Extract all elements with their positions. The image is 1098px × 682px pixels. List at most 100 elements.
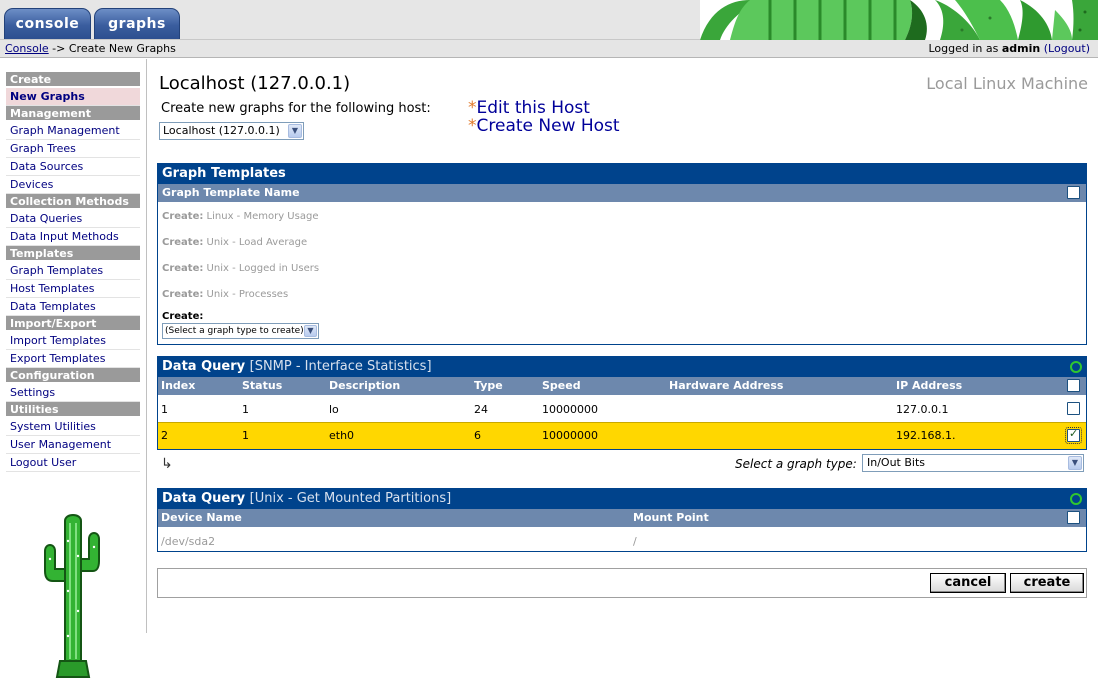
template-name: Unix - Logged in Users: [203, 263, 320, 274]
row-index: 1: [161, 403, 168, 416]
tab-graphs[interactable]: graphs: [94, 8, 180, 39]
column-header-device-name: Device Name: [161, 511, 242, 524]
sidebar-item-data-input-methods[interactable]: Data Input Methods: [6, 228, 140, 246]
refresh-icon[interactable]: [1070, 361, 1082, 373]
sidebar-item-new-graphs[interactable]: New Graphs: [6, 88, 140, 106]
row-description: eth0: [329, 429, 355, 442]
template-name: Linux - Memory Usage: [203, 211, 319, 222]
logout-link[interactable]: (Logout): [1044, 42, 1090, 55]
template-name: Unix - Load Average: [203, 237, 308, 248]
list-item: Create: Unix - Logged in Users: [162, 263, 319, 274]
create-host-link[interactable]: Create New Host: [477, 116, 620, 136]
graph-type-create-value: (Select a graph type to create): [165, 326, 304, 336]
list-item: Create: Linux - Memory Usage: [162, 211, 318, 222]
host-select-value: Localhost (127.0.0.1): [163, 124, 280, 137]
graph-templates-title: Graph Templates: [158, 164, 1086, 184]
row-checkbox-checked[interactable]: [1065, 427, 1082, 444]
sidebar-menu: Create New Graphs Management Graph Manageme…: [6, 72, 140, 472]
sidebar-item-host-templates[interactable]: Host Templates: [6, 280, 140, 298]
template-prefix: Create:: [162, 211, 204, 222]
column-header-speed: Speed: [542, 379, 581, 392]
column-header-index: Index: [161, 379, 196, 392]
row-status: 1: [242, 429, 249, 442]
breadcrumb-console-link[interactable]: Console: [5, 42, 49, 55]
top-header: console graphs: [0, 0, 1098, 40]
action-bar: cancel create: [157, 568, 1087, 598]
host-select[interactable]: Localhost (127.0.0.1) ▼: [159, 122, 304, 140]
page-title: Localhost (127.0.0.1): [159, 73, 351, 94]
sidebar-section-utilities: Utilities: [6, 402, 140, 418]
create-graph-label: Create:: [162, 311, 204, 322]
sidebar-section-management: Management: [6, 106, 140, 122]
snmp-query-panel: Data Query [SNMP - Interface Statistics]…: [157, 356, 1087, 450]
cactus-banner-image: [700, 0, 1098, 40]
cancel-button[interactable]: cancel: [930, 573, 1006, 593]
column-header-description: Description: [329, 379, 401, 392]
breadcrumb-separator: ->: [48, 42, 69, 55]
sidebar-item-export-templates[interactable]: Export Templates: [6, 350, 140, 368]
sidebar-item-system-utilities[interactable]: System Utilities: [6, 418, 140, 436]
row-ip-address: 192.168.1.: [896, 429, 956, 442]
unix-query-title-text: Data Query: [162, 491, 246, 506]
sidebar-item-data-templates[interactable]: Data Templates: [6, 298, 140, 316]
row-mount-point: /: [633, 535, 637, 548]
star-icon: *: [468, 98, 477, 118]
graph-templates-column-header: Graph Template Name: [158, 184, 1086, 202]
star-icon: *: [468, 116, 477, 136]
unix-query-column-header: Device Name Mount Point: [158, 509, 1086, 527]
chevron-down-icon[interactable]: ▼: [304, 325, 317, 337]
sidebar-item-data-sources[interactable]: Data Sources: [6, 158, 140, 176]
edit-host-link[interactable]: Edit this Host: [477, 98, 590, 118]
sidebar-item-logout-user[interactable]: Logout User: [6, 454, 140, 472]
template-prefix: Create:: [162, 237, 204, 248]
return-arrow-icon: ↳: [161, 456, 173, 472]
sidebar-section-collection-methods: Collection Methods: [6, 194, 140, 210]
snmp-query-title-text: Data Query: [162, 359, 246, 374]
sidebar: Create New Graphs Management Graph Manageme…: [0, 59, 147, 678]
row-type: 6: [474, 429, 481, 442]
row-index: 2: [161, 429, 168, 442]
row-checkbox[interactable]: [1067, 402, 1080, 415]
snmp-query-column-header: Index Status Description Type Speed Hard…: [158, 377, 1086, 395]
column-header-mount-point: Mount Point: [633, 511, 709, 524]
cactus-logo-icon: [35, 511, 111, 679]
sidebar-item-settings[interactable]: Settings: [6, 384, 140, 402]
table-row[interactable]: 1 1 lo 24 10000000 127.0.0.1: [158, 397, 1086, 421]
unix-query-subtitle: [Unix - Get Mounted Partitions]: [249, 491, 452, 506]
sidebar-item-graph-templates[interactable]: Graph Templates: [6, 262, 140, 280]
graph-templates-panel: Graph Templates Graph Template Name Crea…: [157, 163, 1087, 345]
table-row-selected[interactable]: 2 1 eth0 6 10000000 192.168.1.: [158, 422, 1086, 449]
select-all-interfaces-checkbox[interactable]: [1067, 379, 1080, 392]
chevron-down-icon[interactable]: ▼: [1068, 456, 1082, 470]
column-header-hardware-address: Hardware Address: [669, 379, 784, 392]
host-links: *Edit this Host *Create New Host: [468, 99, 620, 135]
refresh-icon[interactable]: [1070, 493, 1082, 505]
graph-template-name-header: Graph Template Name: [162, 186, 300, 199]
create-button[interactable]: create: [1010, 573, 1084, 593]
select-all-templates-checkbox[interactable]: [1067, 186, 1080, 199]
host-description: Local Linux Machine: [926, 74, 1088, 93]
row-speed: 10000000: [542, 403, 598, 416]
list-item: Create: Unix - Load Average: [162, 237, 307, 248]
row-description: lo: [329, 403, 339, 416]
graph-type-create-select[interactable]: (Select a graph type to create) ▼: [162, 323, 319, 339]
graph-type-value: In/Out Bits: [867, 456, 926, 469]
select-all-partitions-checkbox[interactable]: [1067, 511, 1080, 524]
sidebar-item-graph-trees[interactable]: Graph Trees: [6, 140, 140, 158]
sidebar-item-graph-management[interactable]: Graph Management: [6, 122, 140, 140]
template-prefix: Create:: [162, 289, 204, 300]
chevron-down-icon[interactable]: ▼: [288, 124, 302, 138]
sidebar-item-import-templates[interactable]: Import Templates: [6, 332, 140, 350]
sidebar-item-devices[interactable]: Devices: [6, 176, 140, 194]
sidebar-item-data-queries[interactable]: Data Queries: [6, 210, 140, 228]
tab-console[interactable]: console: [4, 8, 91, 39]
sidebar-section-import-export: Import/Export: [6, 316, 140, 332]
sidebar-item-user-management[interactable]: User Management: [6, 436, 140, 454]
graph-type-select[interactable]: In/Out Bits ▼: [862, 454, 1084, 472]
login-user: admin: [1001, 42, 1041, 55]
graph-type-label: Select a graph type:: [735, 457, 857, 471]
table-row: /dev/sda2 /: [158, 529, 1086, 553]
unix-query-panel: Data Query [Unix - Get Mounted Partition…: [157, 488, 1087, 552]
template-prefix: Create:: [162, 263, 204, 274]
snmp-query-title: Data Query [SNMP - Interface Statistics]: [158, 357, 1086, 377]
